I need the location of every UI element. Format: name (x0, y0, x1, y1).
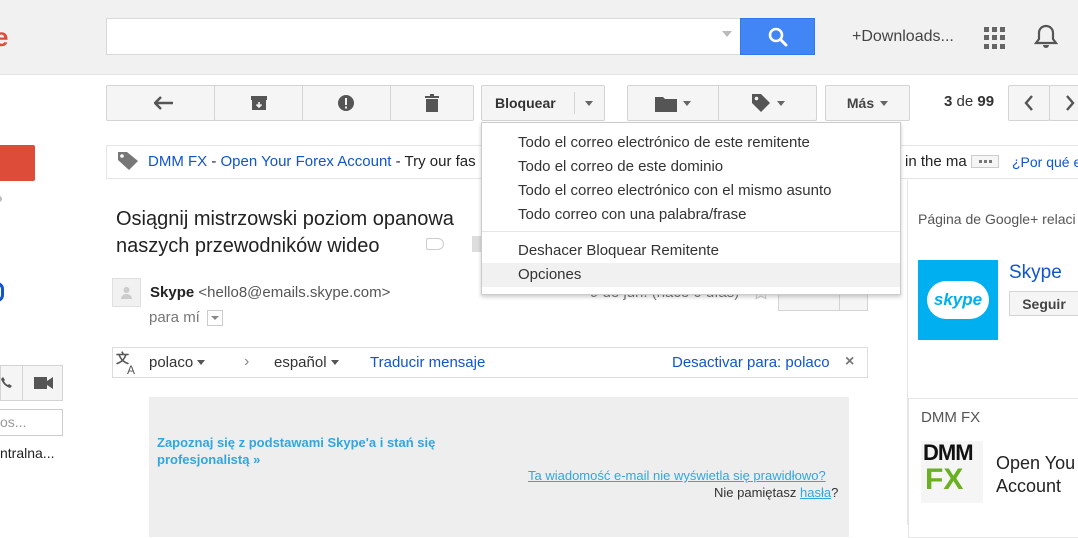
forgot-password-line: Nie pamiętasz hasła? (714, 485, 839, 500)
actions-button-group (214, 85, 474, 121)
bloquear-button[interactable]: Bloquear (481, 85, 605, 121)
archive-button[interactable] (215, 86, 302, 120)
left-nav-dot (0, 196, 2, 202)
menu-block-domain-item[interactable]: Todo el correo de este dominio (482, 155, 900, 179)
close-translate-icon[interactable]: × (845, 353, 854, 371)
apps-grid-icon[interactable] (984, 27, 1006, 49)
svg-text:A: A (127, 363, 135, 375)
report-spam-button[interactable] (302, 86, 389, 120)
phone-button[interactable] (0, 366, 21, 400)
delete-button[interactable] (389, 86, 473, 120)
skype-logo-text: skype (933, 290, 983, 309)
sender-line: Skype <hello8@emails.skype.com> (150, 284, 390, 301)
password-link[interactable]: hasła (800, 485, 831, 500)
ad-more-button[interactable] (971, 155, 999, 168)
chevron-right-icon (1066, 95, 1075, 111)
chevron-down-icon (880, 100, 889, 106)
chevron-down-icon (683, 100, 691, 106)
translate-icon: 文 A (116, 351, 140, 378)
tag-icon (751, 94, 770, 112)
contact-item[interactable]: ntralna... (0, 445, 54, 461)
display-issue-link[interactable]: Ta wiadomość e-mail nie wyświetla się pr… (528, 468, 826, 483)
gplus-page-name-link[interactable]: Skype (1009, 262, 1062, 284)
more-button[interactable]: Más (825, 85, 910, 121)
hangout-buttons (0, 365, 63, 401)
menu-block-phrase-item[interactable]: Todo correo con una palabra/frase (482, 203, 900, 227)
downloads-link[interactable]: +Downloads... (852, 28, 954, 46)
menu-separator (482, 231, 900, 232)
menu-block-sender-item[interactable]: Todo el correo electrónico de este remit… (482, 131, 900, 155)
older-message-button[interactable] (1049, 85, 1078, 121)
archive-icon (250, 96, 267, 110)
search-button[interactable] (740, 18, 815, 55)
person-icon (121, 287, 132, 299)
menu-block-subject-item[interactable]: Todo el correo electrónico con el mismo … (482, 179, 900, 203)
ad-sponsor-link[interactable]: DMM FX (148, 153, 207, 170)
chevron-down-icon (776, 100, 785, 106)
back-button[interactable] (106, 85, 222, 121)
video-camera-icon (33, 377, 53, 389)
menu-options-item[interactable]: Opciones (482, 263, 900, 287)
move-label-button-group (627, 85, 817, 121)
menu-undo-block-item[interactable]: Deshacer Bloquear Remitente (482, 239, 900, 263)
translate-message-link[interactable]: Traducir mensaje (370, 354, 485, 371)
sender-name[interactable]: Skype (150, 284, 194, 301)
bloquear-dropdown-menu: Todo el correo electrónico de este remit… (481, 122, 901, 295)
ad-tag-icon (117, 151, 139, 174)
target-language-select[interactable]: español (274, 354, 339, 371)
source-language-select[interactable]: polaco (149, 354, 206, 371)
search-input[interactable] (106, 18, 741, 55)
sidebar-ad-title[interactable]: DMM FX (921, 409, 980, 426)
compose-button[interactable] (0, 145, 35, 181)
skype-logo[interactable]: skype (918, 260, 998, 340)
search-icon (768, 27, 787, 46)
sender-avatar[interactable] (112, 278, 141, 307)
ad-right-fragment: in the ma (905, 153, 967, 170)
logo-fragment[interactable]: e (0, 22, 8, 52)
recipient-label: para mí (149, 309, 200, 326)
notifications-bell-icon[interactable] (1033, 24, 1059, 53)
follow-button[interactable]: Seguir (1009, 291, 1078, 316)
bloquear-dropdown-chevron-icon[interactable] (575, 100, 593, 106)
labels-button[interactable] (718, 86, 816, 120)
chevron-left-icon (1024, 95, 1033, 111)
bloquear-label: Bloquear (495, 95, 556, 111)
folder-icon (655, 96, 677, 112)
more-label: Más (846, 95, 875, 111)
phone-icon (1, 377, 12, 388)
contacts-search-input[interactable]: os... (0, 409, 63, 436)
dmm-fx-logo[interactable]: DMM FX (921, 441, 983, 503)
left-nav-fragment (0, 282, 4, 302)
trash-icon (424, 94, 439, 112)
show-details-chevron-icon[interactable] (207, 310, 223, 326)
search-options-chevron-icon[interactable] (722, 31, 732, 37)
label-tag-icon[interactable] (426, 238, 444, 250)
sender-email: <hello8@emails.skype.com> (198, 284, 391, 301)
disable-translate-link[interactable]: Desactivar para: polaco (672, 354, 830, 371)
email-headline-link[interactable]: Zapoznaj się z podstawami Skype'a i stań… (157, 434, 487, 468)
sidebar-ad-text[interactable]: Open You Account (996, 452, 1075, 498)
newer-message-button[interactable] (1008, 85, 1050, 121)
ad-text[interactable]: DMM FX - Open Your Forex Account - Try o… (148, 153, 476, 170)
translate-arrow-icon: › (244, 353, 250, 370)
back-arrow-icon (154, 96, 173, 110)
gplus-page-title: Página de Google+ relaci (918, 211, 1076, 227)
ad-headline-link[interactable]: Open Your Forex Account (221, 153, 392, 170)
message-subject: Osiągnij mistrzowski poziom opanowa nasz… (116, 208, 454, 257)
spam-exclamation-icon (338, 95, 355, 111)
ad-why-link[interactable]: ¿Por qué e (1012, 154, 1078, 170)
move-to-button[interactable] (628, 86, 718, 120)
video-call-button[interactable] (22, 366, 64, 400)
message-counter: 3 de 99 (944, 93, 995, 110)
